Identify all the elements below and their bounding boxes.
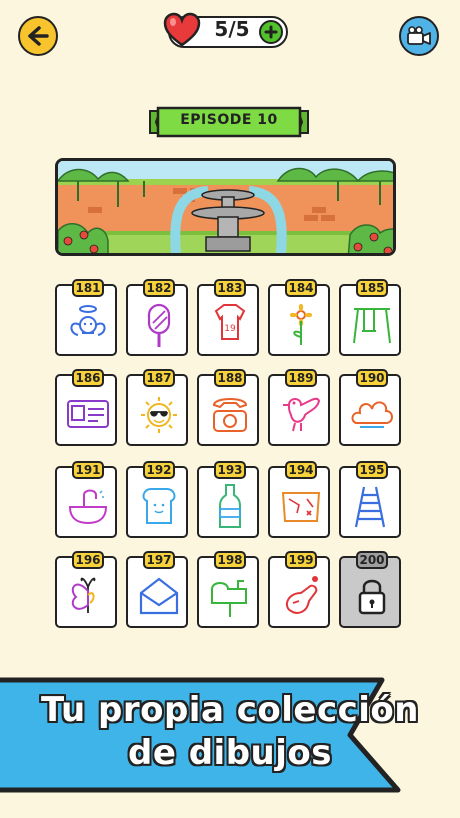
top-bar: 5/5 — [0, 0, 460, 70]
cloud-drawing — [351, 401, 393, 428]
level-number-badge: 189 — [285, 369, 317, 387]
envelope-drawing — [139, 577, 179, 615]
video-camera-icon — [407, 26, 431, 45]
level-number-badge: 183 — [214, 279, 246, 297]
level-number-badge: 199 — [285, 551, 317, 569]
id-card-drawing — [67, 400, 109, 428]
level-card[interactable]: 182 — [126, 279, 188, 356]
heart-icon — [163, 12, 201, 47]
level-card[interactable]: 193 — [197, 461, 259, 538]
level-card[interactable]: 183 19 — [197, 279, 259, 356]
ladder-drawing — [354, 486, 386, 528]
svg-text:19: 19 — [224, 324, 236, 334]
video-button[interactable] — [399, 16, 439, 56]
promo-text-line1: Tu propia colección — [41, 690, 419, 730]
lock-icon — [358, 579, 386, 615]
mailbox-drawing — [211, 580, 247, 617]
swing-drawing — [353, 308, 391, 344]
level-card-locked[interactable]: 200 — [339, 551, 401, 628]
level-number-badge: 184 — [285, 279, 317, 297]
level-card[interactable]: 194 — [268, 461, 330, 538]
level-number-badge: 191 — [72, 461, 104, 479]
level-number-badge: 195 — [356, 461, 388, 479]
tshirt-19-drawing: 19 — [214, 304, 246, 340]
level-card[interactable]: 184 — [268, 279, 330, 356]
level-card[interactable]: 197 — [126, 551, 188, 628]
level-card[interactable]: 181 — [55, 279, 117, 356]
arrow-left-icon — [28, 26, 49, 46]
level-number-badge: 193 — [214, 461, 246, 479]
level-card[interactable]: 187 — [126, 369, 188, 446]
lives-text: 5/5 — [214, 17, 250, 41]
level-number-badge: 192 — [143, 461, 175, 479]
promo-text-line2: de dibujos — [127, 733, 333, 773]
angel-drawing — [70, 305, 106, 336]
flower-drawing — [290, 304, 312, 345]
level-number-badge: 188 — [214, 369, 246, 387]
level-card[interactable]: 199 — [268, 551, 330, 628]
level-card[interactable]: 188 — [197, 369, 259, 446]
level-card[interactable]: 191 — [55, 461, 117, 538]
garden-fountain-illustration — [58, 161, 393, 253]
level-card[interactable]: 185 — [339, 279, 401, 356]
episode-scene-banner — [55, 158, 396, 256]
bottle-drawing — [219, 484, 241, 528]
level-card[interactable]: 198 — [197, 551, 259, 628]
level-card[interactable]: 196 — [55, 551, 117, 628]
toast-drawing — [142, 488, 176, 524]
level-card[interactable]: 186 — [55, 369, 117, 446]
butterfly-drawing — [71, 577, 96, 613]
level-number-badge: 185 — [356, 279, 388, 297]
level-number-badge: 197 — [143, 551, 175, 569]
episode-title: EPISODE 10 — [180, 112, 278, 128]
level-number-badge: 196 — [72, 551, 104, 569]
level-card[interactable]: 190 — [339, 369, 401, 446]
level-number-badge: 200 — [356, 551, 388, 569]
add-lives-button[interactable] — [259, 20, 283, 44]
level-number-badge: 190 — [356, 369, 388, 387]
level-number-badge: 198 — [214, 551, 246, 569]
sink-drawing — [68, 489, 108, 525]
level-card[interactable]: 189 — [268, 369, 330, 446]
level-number-badge: 181 — [72, 279, 104, 297]
level-number-badge: 186 — [72, 369, 104, 387]
plus-icon — [264, 25, 278, 39]
sun-sunglasses-drawing — [141, 397, 177, 433]
level-number-badge: 187 — [143, 369, 175, 387]
treasure-map-drawing — [281, 492, 321, 522]
level-card[interactable]: 195 — [339, 461, 401, 538]
telephone-drawing — [212, 398, 248, 432]
level-number-badge: 182 — [143, 279, 175, 297]
bird-drawing — [283, 397, 321, 432]
ice-cream-drawing — [147, 303, 171, 347]
level-card[interactable]: 192 — [126, 461, 188, 538]
ham-drawing — [285, 576, 318, 614]
back-button[interactable] — [18, 16, 58, 56]
level-number-badge: 194 — [285, 461, 317, 479]
